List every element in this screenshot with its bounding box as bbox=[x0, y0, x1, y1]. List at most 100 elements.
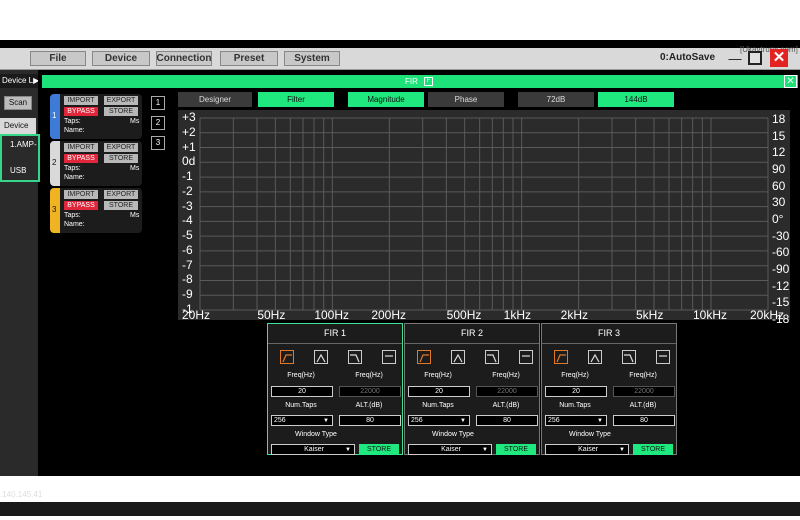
highpass-icon[interactable] bbox=[417, 350, 431, 364]
magnitude-button[interactable]: Magnitude bbox=[348, 92, 424, 107]
fir-close-icon[interactable]: ✕ bbox=[784, 75, 797, 88]
window-select[interactable]: Kaiser ▼ bbox=[545, 444, 629, 455]
phase-button[interactable]: Phase bbox=[428, 92, 504, 107]
bypass-button[interactable]: BYPASS bbox=[64, 201, 98, 210]
taps-select[interactable]: 256 ▼ bbox=[271, 415, 333, 426]
taps-label: Num.Taps bbox=[422, 402, 454, 409]
dropdown-arrow-icon: ▼ bbox=[345, 447, 351, 453]
alt-input[interactable]: 80 bbox=[476, 415, 538, 426]
db144-button[interactable]: 144dB bbox=[598, 92, 674, 107]
name-label: Name: bbox=[64, 221, 85, 228]
db72-button[interactable]: 72dB bbox=[518, 92, 594, 107]
window-type-label: Window Type bbox=[432, 431, 474, 438]
freq-input-b[interactable]: 22000 bbox=[339, 386, 401, 397]
fir-panel-title: FIR 2 bbox=[460, 328, 483, 338]
export-button[interactable]: EXPORT bbox=[104, 190, 138, 199]
channel-select-2[interactable]: 2 bbox=[151, 116, 165, 130]
highpass-icon[interactable] bbox=[554, 350, 568, 364]
flat-icon[interactable] bbox=[656, 350, 670, 364]
store-button[interactable]: STORE bbox=[633, 444, 673, 455]
store-button[interactable]: STORE bbox=[104, 107, 138, 116]
right-tick-label: 15 bbox=[772, 128, 786, 143]
fir-panel-title: FIR 1 bbox=[323, 328, 346, 338]
freq-input-a[interactable]: 20 bbox=[408, 386, 470, 397]
divider bbox=[405, 343, 539, 344]
taps-value: 256 bbox=[411, 417, 423, 424]
store-button[interactable]: STORE bbox=[496, 444, 536, 455]
right-tick-label: 0° bbox=[772, 212, 784, 226]
freq-input-b[interactable]: 22000 bbox=[613, 386, 675, 397]
flat-icon[interactable] bbox=[519, 350, 533, 364]
menu-system[interactable]: System bbox=[284, 51, 340, 66]
right-tick-label: 90 bbox=[772, 162, 786, 176]
response-graph[interactable]: +3 +2 +1 0d -1 -2 -3 -4 -5 -6 -7 -8 -9 -1 18 15 12 90 60 3… bbox=[178, 110, 790, 326]
bandpass-icon[interactable] bbox=[451, 350, 465, 364]
channel-card[interactable]: 3 IMPORT EXPORT BYPASS STORE Taps: Ms Na… bbox=[50, 188, 142, 233]
import-button[interactable]: IMPORT bbox=[64, 143, 98, 152]
taps-select[interactable]: 256 ▼ bbox=[545, 415, 607, 426]
menu-file[interactable]: File bbox=[30, 51, 86, 66]
alt-input[interactable]: 80 bbox=[613, 415, 675, 426]
menu-device[interactable]: Device bbox=[92, 51, 150, 66]
y-tick-label: -6 bbox=[182, 242, 193, 257]
freq-label-a: Freq(Hz) bbox=[561, 372, 589, 379]
fir-f-badge[interactable]: F bbox=[424, 77, 433, 86]
channel-card[interactable]: 2 IMPORT EXPORT BYPASS STORE Taps: Ms Na… bbox=[50, 141, 142, 186]
import-button[interactable]: IMPORT bbox=[64, 96, 98, 105]
fir-panel: FIR 1 Freq(Hz) Freq(Hz) 20 22000 Num.Taps ALT.… bbox=[267, 323, 403, 455]
device-item[interactable]: 1.AMP- bbox=[10, 140, 37, 149]
bandpass-icon[interactable] bbox=[588, 350, 602, 364]
close-button[interactable]: ✕ bbox=[770, 49, 788, 67]
y-tick-label: -8 bbox=[182, 272, 193, 287]
bypass-button[interactable]: BYPASS bbox=[64, 107, 98, 116]
window-select[interactable]: Kaiser ▼ bbox=[408, 444, 492, 455]
x-tick-label: 50Hz bbox=[257, 308, 286, 322]
flat-icon[interactable] bbox=[382, 350, 396, 364]
y-tick-label: +1 bbox=[182, 139, 196, 154]
lowpass-icon[interactable] bbox=[622, 350, 636, 364]
channel-select-3[interactable]: 3 bbox=[151, 136, 165, 150]
freq-input-a[interactable]: 20 bbox=[271, 386, 333, 397]
taps-value: 256 bbox=[548, 417, 560, 424]
lowpass-icon[interactable] bbox=[348, 350, 362, 364]
filter-button[interactable]: Filter bbox=[258, 92, 334, 107]
window-select[interactable]: Kaiser ▼ bbox=[271, 444, 355, 455]
channel-card[interactable]: 1 IMPORT EXPORT BYPASS STORE Taps: Ms Na… bbox=[50, 94, 142, 139]
import-button[interactable]: IMPORT bbox=[64, 190, 98, 199]
freq-input-a[interactable]: 20 bbox=[545, 386, 607, 397]
designer-button[interactable]: Designer bbox=[178, 92, 252, 107]
status-bar bbox=[0, 502, 800, 516]
freq-input-b[interactable]: 22000 bbox=[476, 386, 538, 397]
minimize-button[interactable]: — bbox=[728, 50, 742, 66]
store-button[interactable]: STORE bbox=[359, 444, 399, 455]
y-tick-label: -3 bbox=[182, 198, 193, 213]
lowpass-icon[interactable] bbox=[485, 350, 499, 364]
export-button[interactable]: EXPORT bbox=[104, 143, 138, 152]
taps-value: 256 bbox=[274, 417, 286, 424]
x-tick-label: 2kHz bbox=[560, 308, 588, 322]
dropdown-arrow-icon: ▼ bbox=[482, 447, 488, 453]
bandpass-icon[interactable] bbox=[314, 350, 328, 364]
dropdown-arrow-icon: ▼ bbox=[619, 447, 625, 453]
export-button[interactable]: EXPORT bbox=[104, 96, 138, 105]
scan-button[interactable]: Scan bbox=[4, 96, 32, 110]
y-tick-label: -7 bbox=[182, 257, 193, 272]
maximize-button[interactable] bbox=[748, 51, 762, 65]
alt-input[interactable]: 80 bbox=[339, 415, 401, 426]
highpass-icon[interactable] bbox=[280, 350, 294, 364]
ms-label: Ms bbox=[130, 165, 140, 172]
store-button[interactable]: STORE bbox=[104, 154, 138, 163]
channel-select-1[interactable]: 1 bbox=[151, 96, 165, 110]
menu-connection[interactable]: Connection bbox=[156, 51, 212, 66]
device-list-tab[interactable]: Device L▶ bbox=[0, 74, 38, 88]
device-tab[interactable]: Device bbox=[0, 118, 36, 134]
ms-label: Ms bbox=[130, 118, 140, 125]
bypass-button[interactable]: BYPASS bbox=[64, 154, 98, 163]
taps-label: Taps: bbox=[64, 212, 81, 219]
taps-select[interactable]: 256 ▼ bbox=[408, 415, 470, 426]
window-value: Kaiser bbox=[304, 446, 324, 453]
channel-number: 3 bbox=[52, 205, 57, 214]
store-button[interactable]: STORE bbox=[104, 201, 138, 210]
menu-preset[interactable]: Preset bbox=[220, 51, 278, 66]
y-tick-label: -5 bbox=[182, 228, 193, 243]
